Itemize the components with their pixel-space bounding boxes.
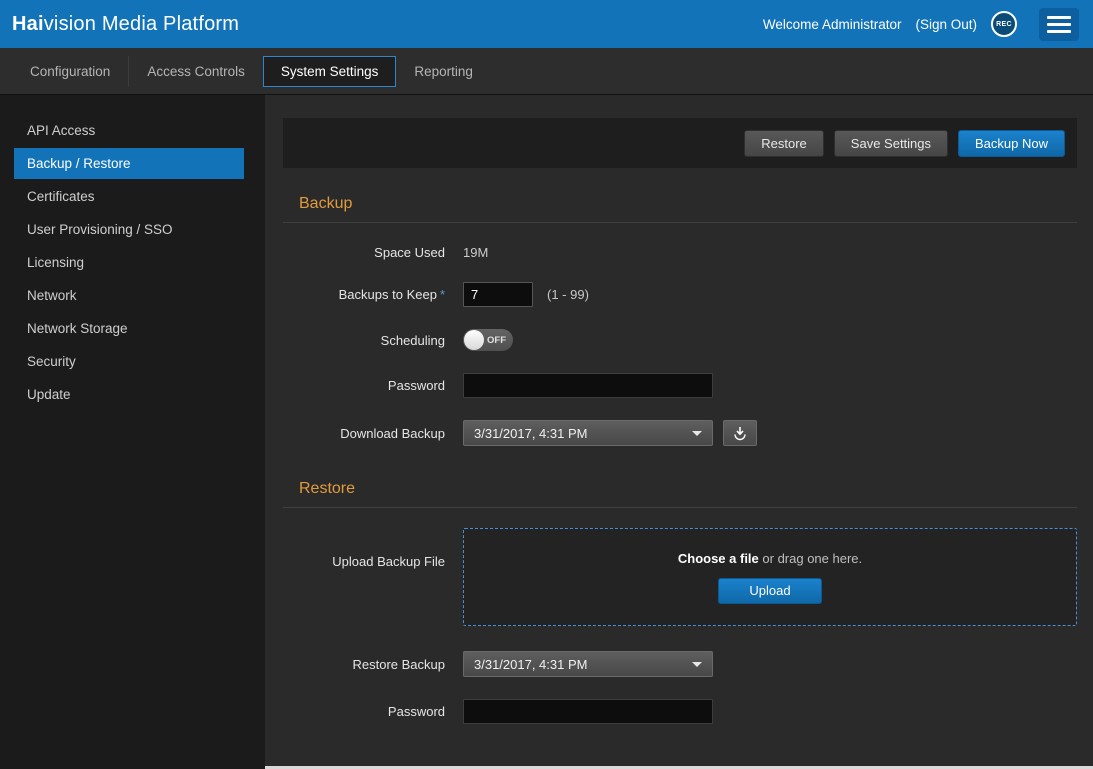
restore-backup-row: Restore Backup 3/31/2017, 4:31 PM: [283, 651, 1077, 677]
download-icon: [732, 425, 748, 441]
backups-to-keep-hint: (1 - 99): [547, 287, 589, 302]
restore-password-row: Password: [283, 699, 1077, 724]
backups-to-keep-label: Backups to Keep*: [283, 287, 445, 302]
restore-backup-label: Restore Backup: [283, 657, 445, 672]
scheduling-toggle[interactable]: OFF: [463, 329, 513, 351]
sidebar-item-api-access[interactable]: API Access: [0, 115, 244, 146]
scheduling-toggle-state: OFF: [487, 335, 506, 346]
space-used-row: Space Used 19M: [283, 245, 1077, 260]
backups-to-keep-row: Backups to Keep* (1 - 99): [283, 282, 1077, 307]
download-backup-label: Download Backup: [283, 426, 445, 441]
upload-dropzone[interactable]: Choose a file or drag one here. Upload: [463, 528, 1077, 626]
download-backup-select[interactable]: 3/31/2017, 4:31 PM: [463, 420, 713, 446]
restore-button[interactable]: Restore: [744, 130, 824, 157]
app-header: Haivision Media Platform Welcome Adminis…: [0, 0, 1093, 48]
restore-password-input[interactable]: [463, 699, 713, 724]
backups-to-keep-input[interactable]: [463, 282, 533, 307]
section-divider: [283, 507, 1077, 508]
download-backup-selected-value: 3/31/2017, 4:31 PM: [474, 426, 587, 441]
restore-password-label: Password: [283, 704, 445, 719]
settings-sidebar: API Access Backup / Restore Certificates…: [0, 95, 265, 769]
sign-out-link[interactable]: (Sign Out): [915, 17, 977, 32]
hamburger-menu-icon[interactable]: [1039, 8, 1079, 41]
space-used-value: 19M: [463, 245, 488, 260]
action-toolbar: Restore Save Settings Backup Now: [283, 118, 1077, 168]
section-divider: [283, 222, 1077, 223]
backup-password-label: Password: [283, 378, 445, 393]
app-title: Haivision Media Platform: [12, 13, 239, 36]
welcome-text: Welcome Administrator: [763, 17, 902, 32]
brand-rest: vision Media Platform: [44, 13, 239, 35]
backup-password-input[interactable]: [463, 373, 713, 398]
sidebar-item-security[interactable]: Security: [0, 346, 244, 377]
space-used-label: Space Used: [283, 245, 445, 260]
toggle-knob-icon: [464, 330, 484, 350]
chevron-down-icon: [692, 662, 702, 667]
upload-button[interactable]: Upload: [718, 578, 821, 604]
backup-now-button[interactable]: Backup Now: [958, 130, 1065, 157]
tab-system-settings[interactable]: System Settings: [263, 56, 397, 87]
choose-file-link[interactable]: Choose a file: [678, 551, 759, 566]
main-content: Restore Save Settings Backup Now Backup …: [265, 95, 1093, 769]
scheduling-row: Scheduling OFF: [283, 329, 1077, 351]
sidebar-item-user-provisioning[interactable]: User Provisioning / SSO: [0, 214, 244, 245]
tab-access-controls[interactable]: Access Controls: [128, 56, 263, 87]
tab-configuration[interactable]: Configuration: [12, 56, 128, 87]
chevron-down-icon: [692, 431, 702, 436]
sidebar-item-licensing[interactable]: Licensing: [0, 247, 244, 278]
upload-backup-file-row: Upload Backup File Choose a file or drag…: [283, 528, 1077, 626]
download-backup-button[interactable]: [723, 420, 757, 446]
brand-bold: Hai: [12, 13, 44, 35]
sidebar-item-certificates[interactable]: Certificates: [0, 181, 244, 212]
backup-password-row: Password: [283, 373, 1077, 398]
scheduling-label: Scheduling: [283, 333, 445, 348]
sidebar-item-backup-restore[interactable]: Backup / Restore: [14, 148, 244, 179]
sidebar-item-update[interactable]: Update: [0, 379, 244, 410]
restore-backup-selected-value: 3/31/2017, 4:31 PM: [474, 657, 587, 672]
rec-badge-icon[interactable]: REC: [991, 11, 1017, 37]
tab-reporting[interactable]: Reporting: [396, 56, 491, 87]
dropzone-text: Choose a file or drag one here.: [678, 551, 862, 566]
restore-section-title: Restore: [299, 480, 1077, 498]
backup-section-title: Backup: [299, 195, 1077, 213]
sidebar-item-network-storage[interactable]: Network Storage: [0, 313, 244, 344]
save-settings-button[interactable]: Save Settings: [834, 130, 948, 157]
upload-backup-file-label: Upload Backup File: [283, 554, 445, 569]
required-marker: *: [440, 287, 445, 302]
download-backup-row: Download Backup 3/31/2017, 4:31 PM: [283, 420, 1077, 446]
sidebar-item-network[interactable]: Network: [0, 280, 244, 311]
restore-backup-select[interactable]: 3/31/2017, 4:31 PM: [463, 651, 713, 677]
top-nav: Configuration Access Controls System Set…: [0, 48, 1093, 95]
